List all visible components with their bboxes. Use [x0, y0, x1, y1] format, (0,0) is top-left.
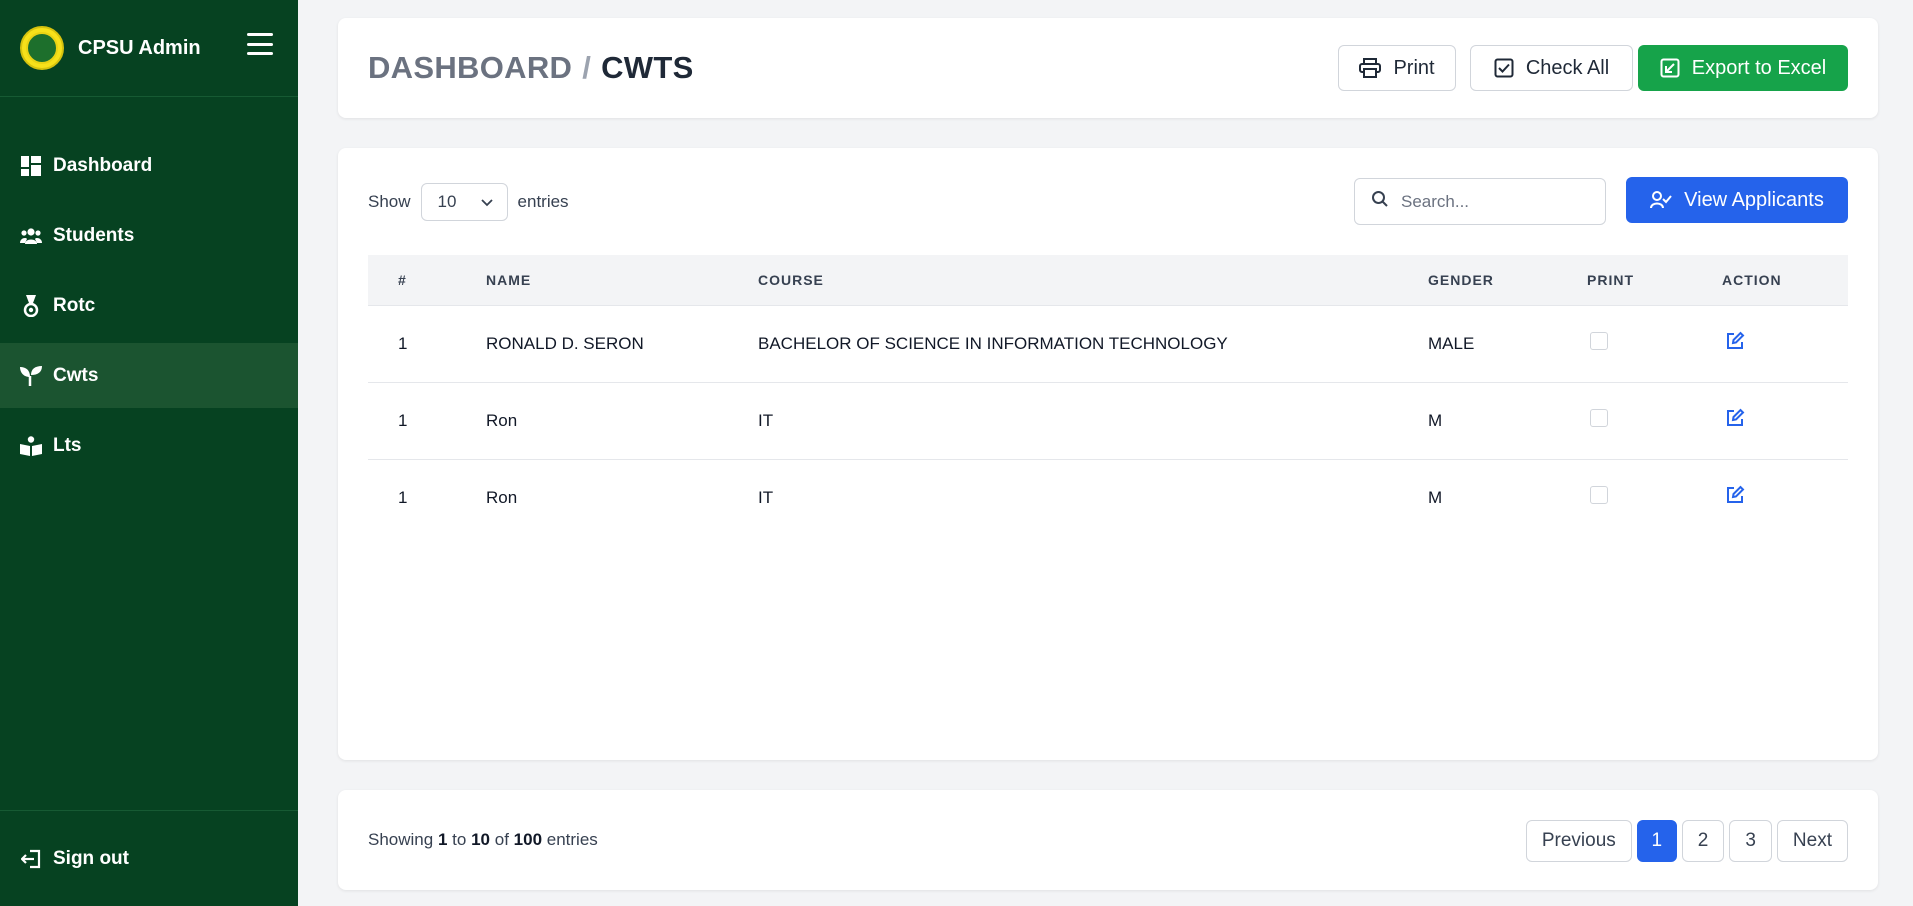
cell-gender: MALE — [1428, 305, 1587, 383]
print-checkbox[interactable] — [1590, 409, 1608, 427]
edit-icon[interactable] — [1725, 485, 1745, 505]
dashboard-icon — [20, 155, 42, 177]
cell-name: Ron — [486, 487, 518, 507]
page-title: CWTS — [601, 50, 694, 85]
sidebar-item-dashboard[interactable]: Dashboard — [0, 133, 298, 198]
entries-select[interactable]: 10 — [420, 183, 508, 221]
table-card: Show 10 entries View Applicants # NAME C… — [338, 148, 1878, 760]
view-applicants-button-label: View Applicants — [1684, 188, 1824, 211]
user-check-icon — [1650, 191, 1672, 209]
pagination: Previous 1 2 3 Next — [1525, 820, 1848, 862]
print-button[interactable]: Print — [1338, 45, 1456, 91]
edit-icon[interactable] — [1725, 408, 1745, 428]
cell-course: IT — [758, 382, 1428, 460]
showing-entries-word: entries — [546, 830, 598, 849]
cell-gender: M — [1428, 382, 1587, 460]
showing-to: 10 — [471, 830, 490, 849]
cell-gender: M — [1428, 487, 1443, 507]
breadcrumb-separator: / — [582, 50, 592, 85]
view-applicants-button[interactable]: View Applicants — [1626, 177, 1848, 223]
show-label: Show — [368, 192, 411, 211]
breadcrumb-root[interactable]: DASHBOARD — [368, 50, 572, 85]
search-box — [1354, 178, 1606, 225]
reader-icon — [20, 435, 42, 457]
sidebar-item-label: Students — [53, 224, 135, 246]
cpsu-logo — [20, 26, 64, 70]
column-header-print[interactable]: PRINT — [1587, 255, 1722, 306]
showing-of-word: of — [494, 830, 509, 849]
pagination-card: Showing 1 to 10 of 100 entries Previous … — [338, 790, 1878, 890]
sidebar: CPSU Admin Dashboard Students Rotc Cwts … — [0, 0, 298, 906]
hamburger-menu-icon[interactable] — [247, 33, 273, 55]
column-header-name[interactable]: NAME — [486, 255, 758, 306]
printer-icon — [1359, 58, 1382, 78]
check-all-button-label: Check All — [1525, 56, 1610, 79]
sign-out-link[interactable]: Sign out — [0, 810, 298, 906]
sidebar-item-label: Rotc — [53, 294, 96, 316]
check-all-button[interactable]: Check All — [1470, 45, 1633, 91]
column-header-action[interactable]: ACTION — [1722, 255, 1848, 306]
cell-name: Ron — [486, 382, 758, 460]
sidebar-item-label: Lts — [53, 434, 82, 456]
export-excel-button[interactable]: Export to Excel — [1638, 45, 1848, 91]
users-icon — [20, 225, 42, 247]
export-icon — [1660, 58, 1680, 78]
chevron-down-icon — [480, 192, 493, 212]
entries-select-value: 10 — [437, 192, 457, 211]
cell-name: RONALD D. SERON — [486, 305, 758, 383]
showing-total: 100 — [513, 830, 543, 849]
page-3-button[interactable]: 3 — [1729, 820, 1772, 862]
table-header-row: # NAME COURSE GENDER PRINT ACTION — [368, 255, 1848, 306]
sidebar-item-cwts[interactable]: Cwts — [0, 343, 298, 408]
table-row: 1 Ron IT M — [368, 459, 1848, 536]
cell-course: BACHELOR OF SCIENCE IN INFORMATION TECHN… — [758, 305, 1428, 383]
entries-length-control: Show 10 entries — [368, 183, 569, 221]
print-checkbox[interactable] — [1590, 486, 1608, 505]
showing-prefix: Showing — [368, 830, 434, 849]
header-card: DASHBOARD / CWTS Print Check All Export to… — [338, 18, 1878, 118]
sidebar-nav: Dashboard Students Rotc Cwts Lts — [0, 133, 298, 478]
table-row: 1 RONALD D. SERON BACHELOR OF SCIENCE IN… — [368, 305, 1848, 383]
showing-from: 1 — [437, 830, 448, 849]
showing-info: Showing 1 to 10 of 100 entries — [368, 830, 598, 850]
sidebar-item-students[interactable]: Students — [0, 203, 298, 268]
column-header-course[interactable]: COURSE — [758, 255, 1428, 306]
brand-title: CPSU Admin — [78, 36, 201, 59]
search-input[interactable] — [1401, 191, 1591, 212]
brand: CPSU Admin — [0, 0, 298, 97]
sidebar-item-label: Cwts — [53, 364, 99, 386]
column-header-gender[interactable]: GENDER — [1428, 255, 1587, 306]
print-checkbox[interactable] — [1590, 332, 1608, 350]
cell-number: 1 — [398, 487, 408, 507]
medal-icon — [20, 294, 42, 317]
showing-to-word: to — [452, 830, 467, 849]
entries-label: entries — [517, 192, 569, 211]
sidebar-item-rotc[interactable]: Rotc — [0, 273, 298, 338]
next-page-button[interactable]: Next — [1776, 820, 1848, 862]
column-header-number[interactable]: # — [368, 255, 486, 306]
search-icon — [1371, 190, 1389, 213]
cell-number: 1 — [368, 305, 486, 383]
sidebar-item-lts[interactable]: Lts — [0, 413, 298, 478]
cell-course: IT — [758, 487, 774, 507]
export-excel-button-label: Export to Excel — [1691, 56, 1827, 79]
sign-out-label: Sign out — [53, 847, 129, 869]
checkbox-checked-icon — [1494, 58, 1514, 78]
previous-page-button[interactable]: Previous — [1525, 820, 1632, 862]
edit-icon[interactable] — [1725, 331, 1745, 351]
seedling-icon — [20, 365, 42, 387]
breadcrumb: DASHBOARD / CWTS — [368, 50, 694, 86]
sidebar-item-label: Dashboard — [53, 154, 153, 176]
sign-out-icon — [20, 848, 42, 870]
cwts-table: # NAME COURSE GENDER PRINT ACTION 1 RONA… — [368, 255, 1848, 536]
cell-number: 1 — [368, 382, 486, 460]
print-button-label: Print — [1393, 56, 1435, 79]
page-2-button[interactable]: 2 — [1681, 820, 1725, 862]
page-1-button[interactable]: 1 — [1636, 820, 1677, 862]
table-row: 1 Ron IT M — [368, 382, 1848, 460]
